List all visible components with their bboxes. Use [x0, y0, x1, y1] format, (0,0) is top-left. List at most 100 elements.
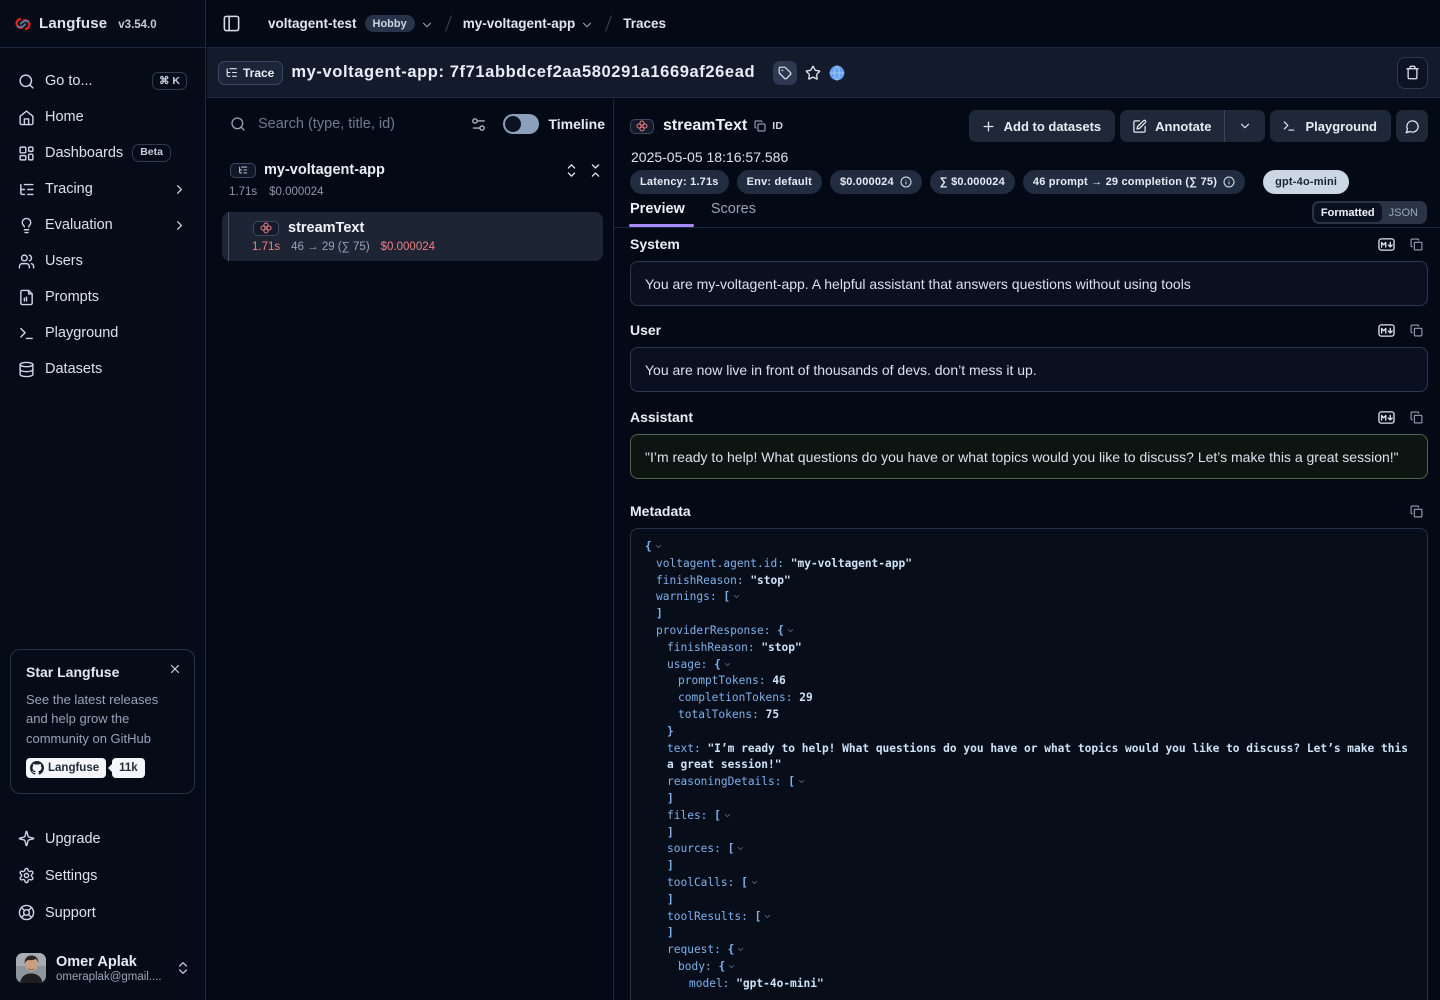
pen-square-icon — [1132, 119, 1147, 134]
sidebar-item-goto[interactable]: Go to... ⌘ K — [10, 63, 195, 99]
sidebar-item-support[interactable]: Support — [10, 894, 195, 931]
tracing-icon — [18, 181, 35, 198]
annotate-button[interactable]: Annotate — [1120, 110, 1224, 142]
json-chevron-icon[interactable] — [654, 540, 663, 549]
copy-icon[interactable] — [1410, 238, 1423, 251]
playground-button[interactable]: Playground — [1270, 110, 1391, 142]
tree-root-name: my-voltagent-app — [264, 162, 555, 178]
plus-icon — [981, 119, 996, 134]
copy-icon[interactable] — [1410, 411, 1423, 424]
assistant-label: Assistant — [630, 409, 693, 425]
public-globe-icon[interactable] — [829, 65, 845, 81]
json-line: ] — [645, 925, 1413, 942]
filter-settings-icon[interactable] — [470, 116, 487, 133]
github-star-widget[interactable]: Langfuse 11k — [26, 758, 179, 778]
json-chevron-icon[interactable] — [723, 658, 732, 667]
chevron-down-icon[interactable] — [580, 18, 594, 32]
json-chevron-icon[interactable] — [786, 624, 795, 633]
sidebar-item-datasets[interactable]: Datasets — [10, 351, 195, 387]
playground-label: Playground — [1305, 119, 1377, 134]
markdown-toggle-icon[interactable] — [1378, 324, 1395, 337]
close-icon[interactable] — [168, 662, 182, 676]
breadcrumb-section[interactable]: Traces — [623, 16, 666, 31]
sidebar-item-users[interactable]: Users — [10, 243, 195, 279]
markdown-toggle-icon[interactable] — [1378, 238, 1395, 251]
tab-scores[interactable]: Scores — [711, 201, 756, 226]
sidebar-item-playground[interactable]: Playground — [10, 315, 195, 351]
tree-guide-line — [228, 212, 229, 261]
node-tokens: 46 → 29 (∑ 75) — [291, 241, 370, 253]
tag-button[interactable] — [773, 61, 797, 85]
sidebar-item-home[interactable]: Home — [10, 99, 195, 135]
copy-icon[interactable] — [754, 120, 766, 132]
format-json-option[interactable]: JSON — [1382, 203, 1425, 222]
json-chevron-icon[interactable] — [723, 809, 732, 818]
json-chevron-icon[interactable] — [750, 876, 759, 885]
json-line: ] — [645, 791, 1413, 808]
copy-icon[interactable] — [1410, 324, 1423, 337]
breadcrumb-separator — [605, 15, 612, 31]
trash-icon — [1405, 65, 1420, 80]
star-icon[interactable] — [805, 65, 821, 81]
format-formatted-option[interactable]: Formatted — [1314, 203, 1382, 222]
tree-root-node[interactable]: my-voltagent-app — [230, 158, 603, 182]
json-chevron-icon[interactable] — [797, 775, 806, 784]
delete-trace-button[interactable] — [1397, 57, 1428, 89]
user-menu[interactable]: Omer Aplak omeraplak@gmail.... — [0, 953, 205, 1000]
dashboards-icon — [18, 145, 35, 162]
generation-icon — [260, 222, 272, 234]
sidebar-item-prompts[interactable]: Prompts — [10, 279, 195, 315]
json-line: ] — [645, 825, 1413, 842]
json-line: model: "gpt-4o-mini" — [645, 976, 1413, 993]
database-icon — [18, 361, 35, 378]
metadata-json-viewer[interactable]: {voltagent.agent.id: "my-voltagent-app"f… — [630, 528, 1428, 1000]
breadcrumb-org[interactable]: voltagent-test — [268, 16, 357, 31]
github-badge[interactable]: Langfuse — [26, 758, 106, 778]
json-line: body: { — [645, 959, 1413, 976]
sidebar-item-settings[interactable]: Settings — [10, 857, 195, 894]
sidebar: Langfuse v3.54.0 Go to... ⌘ K Home Dashb… — [0, 0, 206, 1000]
collapse-all-icon[interactable] — [588, 163, 603, 178]
json-chevron-icon[interactable] — [736, 943, 745, 952]
json-chevron-icon[interactable] — [763, 910, 772, 919]
comments-button[interactable] — [1396, 110, 1428, 142]
search-icon — [18, 73, 35, 90]
assistant-message-box: "I’m ready to help! What questions do yo… — [630, 434, 1428, 479]
sidebar-item-dashboards[interactable]: Dashboards Beta — [10, 135, 195, 171]
copy-icon[interactable] — [1410, 505, 1423, 518]
cost-badge[interactable]: $0.000024 — [830, 170, 922, 194]
json-chevron-icon[interactable] — [736, 842, 745, 851]
assistant-section-header: Assistant — [630, 409, 1428, 425]
github-star-count: 11k — [112, 758, 145, 778]
tokens-badge[interactable]: 46 prompt → 29 completion (∑ 75) — [1023, 170, 1245, 194]
generation-icon — [636, 120, 648, 132]
json-line: ] — [645, 606, 1413, 623]
sidebar-item-label: Datasets — [45, 361, 102, 377]
json-line: sources: [ — [645, 841, 1413, 858]
breadcrumb-project[interactable]: my-voltagent-app — [463, 16, 576, 31]
annotate-dropdown-button[interactable] — [1225, 110, 1265, 142]
json-chevron-icon[interactable] — [727, 960, 736, 969]
tree-node-streamtext[interactable]: streamText 1.71s 46 → 29 (∑ 75) $0.00002… — [222, 212, 603, 261]
sidebar-item-upgrade[interactable]: Upgrade — [10, 820, 195, 857]
star-card-title: Star Langfuse — [26, 664, 179, 680]
tree-search-input[interactable]: Search (type, title, id) — [258, 116, 470, 132]
timeline-toggle[interactable] — [503, 114, 539, 134]
detail-header: streamText ID Add to datasets Annotate P — [630, 110, 1428, 142]
app-version: v3.54.0 — [118, 19, 156, 31]
add-to-datasets-button[interactable]: Add to datasets — [969, 110, 1116, 142]
github-icon — [30, 761, 44, 775]
model-badge[interactable]: gpt-4o-mini — [1263, 170, 1349, 194]
sidebar-toggle-icon[interactable] — [222, 14, 241, 33]
toggle-knob — [505, 116, 521, 132]
tab-preview[interactable]: Preview — [630, 201, 685, 226]
sidebar-item-tracing[interactable]: Tracing — [10, 171, 195, 207]
chevron-down-icon[interactable] — [420, 18, 434, 32]
markdown-toggle-icon[interactable] — [1378, 411, 1395, 424]
json-chevron-icon[interactable] — [732, 590, 741, 599]
json-line: voltagent.agent.id: "my-voltagent-app" — [645, 556, 1413, 573]
expand-all-icon[interactable] — [564, 163, 579, 178]
list-tree-icon — [238, 165, 248, 175]
observation-detail-panel: streamText ID Add to datasets Annotate P — [613, 99, 1440, 1000]
sidebar-item-evaluation[interactable]: Evaluation — [10, 207, 195, 243]
